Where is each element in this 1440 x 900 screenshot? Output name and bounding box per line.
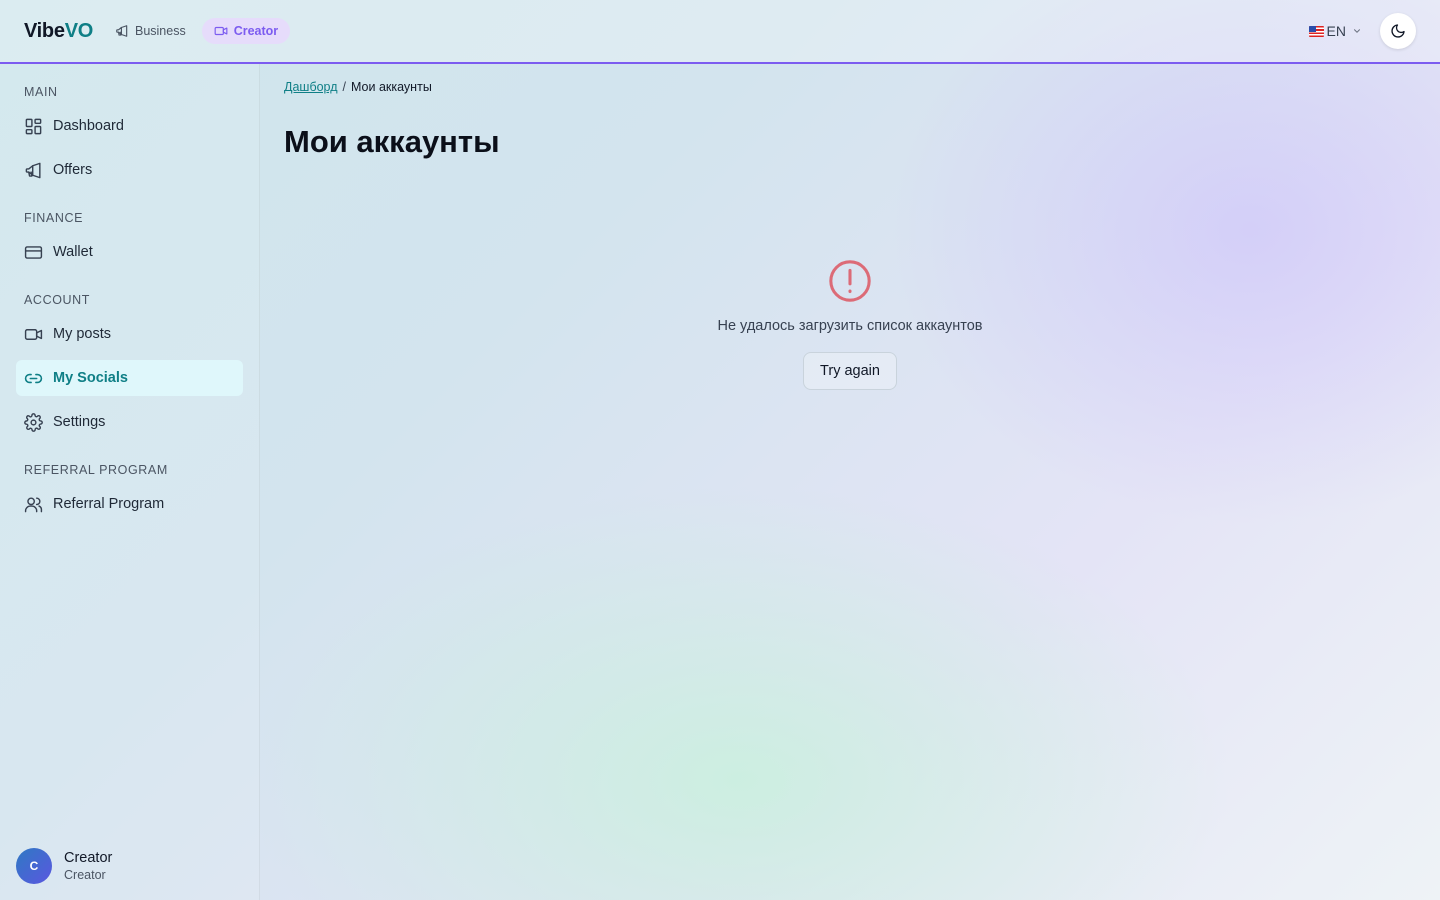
sidebar-item-my-socials[interactable]: My Socials (16, 360, 243, 396)
users-icon (24, 496, 43, 512)
us-flag-icon (1308, 25, 1324, 37)
mode-creator-button[interactable]: Creator (201, 18, 291, 44)
dashboard-icon (25, 118, 42, 134)
language-selector[interactable]: EN (1308, 23, 1362, 39)
video-icon (214, 26, 228, 36)
sidebar-section-finance: FINANCE (24, 211, 84, 225)
user-profile[interactable]: C Creator Creator (16, 848, 112, 884)
app-logo[interactable]: VibeVO (24, 20, 93, 43)
mode-creator-label: Creator (233, 24, 279, 38)
sidebar-item-referral-program[interactable]: Referral Program (16, 486, 243, 522)
video-icon (24, 328, 43, 340)
megaphone-icon (116, 25, 128, 37)
logo-accent-text: VO (64, 19, 94, 42)
user-name: Creator (64, 850, 113, 866)
sidebar-item-wallet[interactable]: Wallet (16, 234, 243, 270)
error-message: Не удалось загрузить список аккаунтов (717, 318, 983, 334)
alert-circle-icon (829, 260, 871, 302)
try-again-button[interactable]: Try again (803, 352, 897, 390)
breadcrumb-separator: / (342, 80, 346, 94)
breadcrumb-current: Мои аккаунты (351, 80, 432, 94)
top-header: VibeVO Business Creator EN (0, 0, 1440, 64)
header-actions: EN (1308, 13, 1416, 49)
sidebar-section-account: ACCOUNT (24, 293, 91, 307)
sidebar-item-label: My Socials (53, 370, 128, 386)
breadcrumb-dashboard-link[interactable]: Дашборд (284, 80, 338, 94)
sidebar-section-referral: REFERRAL PROGRAM (24, 463, 168, 477)
avatar: C (16, 848, 52, 884)
moon-icon (1391, 24, 1405, 38)
sidebar-item-offers[interactable]: Offers (16, 152, 243, 188)
page-title: Мои аккаунты (284, 124, 500, 159)
megaphone-icon (25, 162, 41, 178)
link-icon (24, 373, 43, 383)
mode-switch: Business Creator (113, 18, 291, 44)
breadcrumb: Дашборд / Мои аккаунты (284, 80, 1416, 94)
sidebar-item-label: Dashboard (53, 118, 124, 134)
sidebar-item-label: Referral Program (53, 496, 165, 512)
sidebar-item-label: My posts (53, 326, 112, 342)
theme-toggle-button[interactable] (1380, 13, 1416, 49)
gear-icon (24, 412, 43, 432)
language-label: EN (1326, 23, 1346, 39)
sidebar-item-label: Offers (53, 162, 93, 178)
wallet-icon (24, 245, 43, 259)
mode-business-button[interactable]: Business (113, 18, 198, 44)
user-role: Creator (64, 868, 106, 882)
sidebar-item-dashboard[interactable]: Dashboard (16, 108, 243, 144)
sidebar-item-my-posts[interactable]: My posts (16, 316, 243, 352)
chevron-down-icon (1353, 29, 1361, 33)
logo-text: Vibe (24, 19, 65, 42)
sidebar-item-label: Settings (53, 414, 106, 430)
user-info: Creator Creator (64, 850, 112, 882)
sidebar-section-main: MAIN (24, 85, 58, 99)
sidebar-item-settings[interactable]: Settings (16, 404, 243, 440)
mode-business-label: Business (134, 24, 186, 38)
sidebar: MAIN Dashboard Offers FINANCE Wallet ACC… (0, 64, 260, 900)
main-content: Дашборд / Мои аккаунты Мои аккаунты Не у… (284, 64, 1416, 390)
error-state: Не удалось загрузить список аккаунтов Tr… (284, 258, 1416, 390)
sidebar-item-label: Wallet (53, 244, 93, 260)
